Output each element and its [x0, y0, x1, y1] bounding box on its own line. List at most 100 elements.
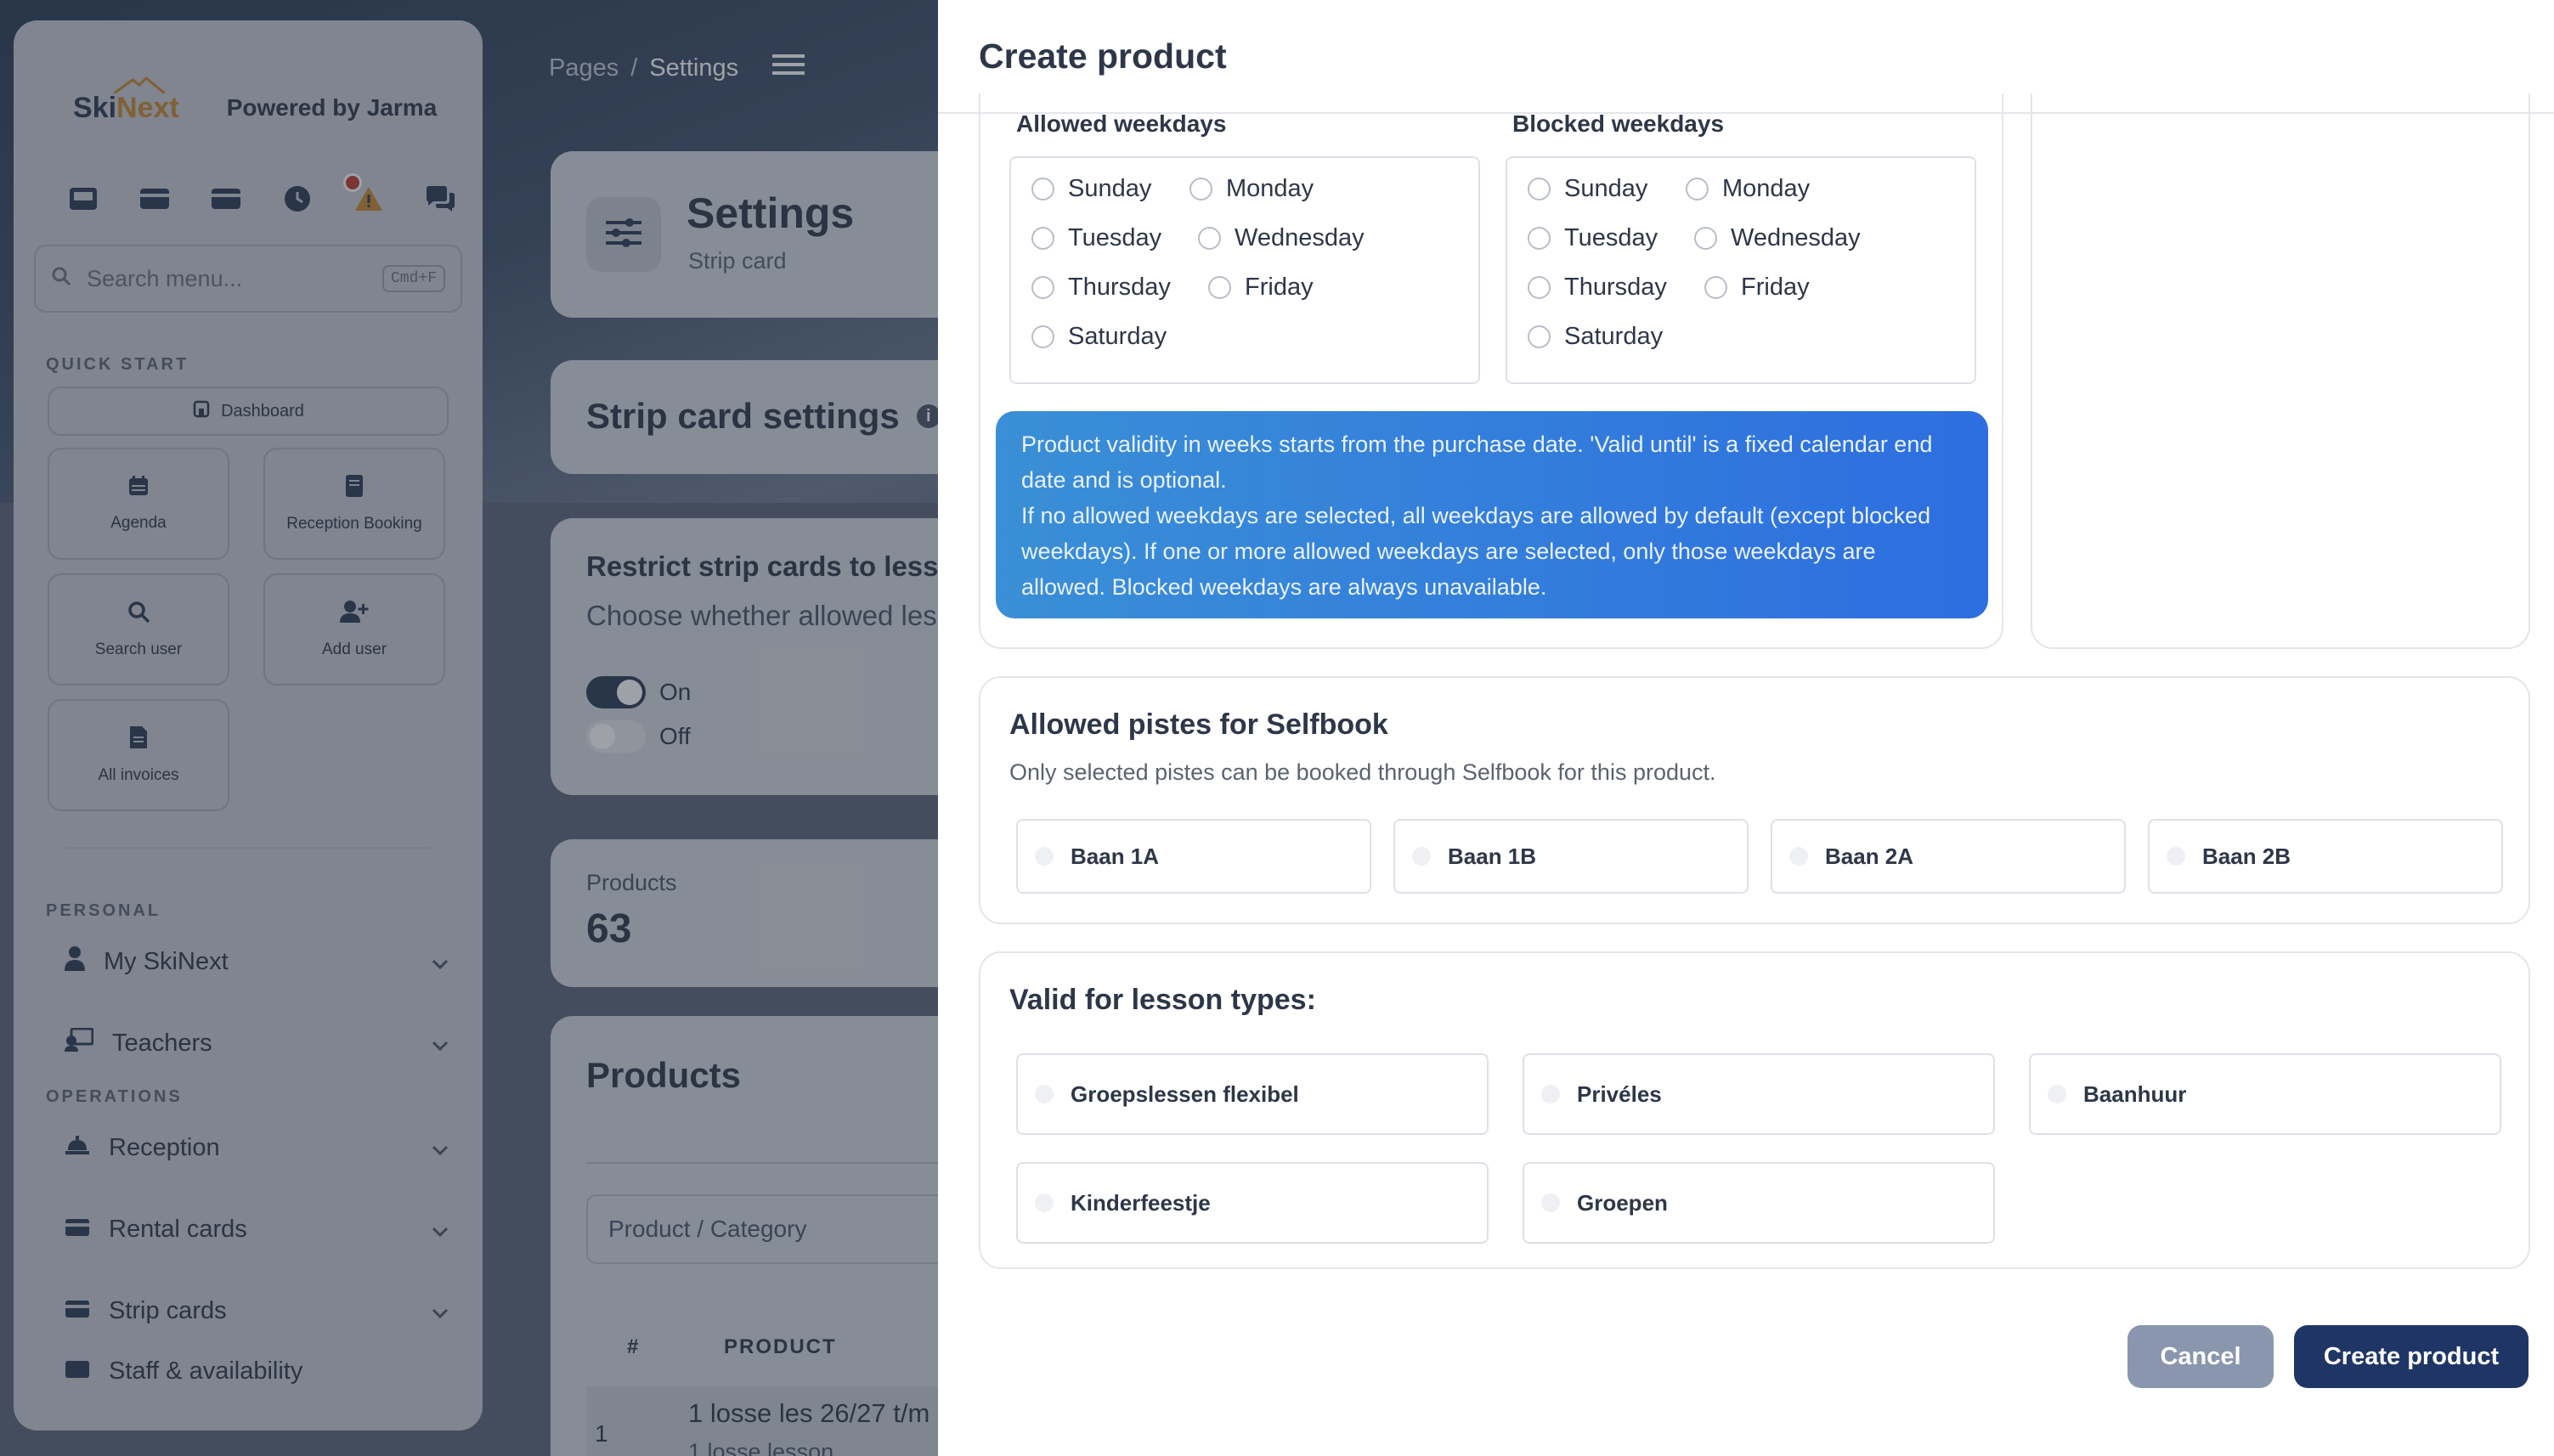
allowed-day-saturday[interactable]: Saturday	[1031, 323, 1167, 351]
day-label: Wednesday	[1235, 224, 1365, 251]
radio-button[interactable]	[1189, 178, 1212, 200]
allowed-day-thursday[interactable]: Thursday	[1031, 274, 1171, 302]
lesson-option-baanhuur[interactable]: Baanhuur	[2029, 1053, 2501, 1135]
toggle-off-switch[interactable]	[586, 720, 646, 753]
lesson-option-kinderfeestje[interactable]: Kinderfeestje	[1016, 1162, 1489, 1244]
add-user-icon	[340, 600, 369, 629]
radio-button[interactable]	[1528, 276, 1551, 299]
blocked-day-tuesday[interactable]: Tuesday	[1528, 224, 1658, 252]
radio-button[interactable]	[1198, 227, 1221, 250]
blocked-day-wednesday[interactable]: Wednesday	[1694, 224, 1861, 252]
nav-teachers[interactable]: Teachers	[14, 1002, 483, 1084]
radio-button[interactable]	[1031, 325, 1054, 348]
cancel-button[interactable]: Cancel	[2127, 1325, 2274, 1388]
allowed-day-tuesday[interactable]: Tuesday	[1031, 224, 1161, 252]
logo-row: SkiNext Powered by Jarma	[14, 20, 483, 148]
card-icon[interactable]	[134, 178, 175, 219]
warning-icon[interactable]	[343, 173, 389, 219]
tile-agenda[interactable]: Agenda	[48, 448, 229, 560]
checkbox[interactable]	[1035, 1194, 1054, 1212]
checkbox[interactable]	[1541, 1085, 1560, 1103]
nav-rental-cards[interactable]: Rental cards	[14, 1188, 483, 1270]
toggle-on-row[interactable]: On	[586, 676, 691, 708]
lesson-types-title: Valid for lesson types:	[1009, 984, 1316, 1016]
radio-button[interactable]	[1031, 227, 1054, 250]
piste-option-baan-2b[interactable]: Baan 2B	[2148, 819, 2503, 894]
toggle-off-row[interactable]: Off	[586, 720, 691, 753]
lesson-option-groepslessen-flexibel[interactable]: Groepslessen flexibel	[1016, 1053, 1489, 1135]
day-label: Sunday	[1564, 175, 1648, 202]
checkbox[interactable]	[2048, 1085, 2066, 1103]
settings-icon-box	[586, 197, 661, 272]
checkbox[interactable]	[2167, 847, 2185, 866]
pistes-card: Allowed pistes for Selfbook Only selecte…	[979, 676, 2530, 924]
tile-all-invoices[interactable]: All invoices	[48, 699, 229, 811]
blocked-day-monday[interactable]: Monday	[1686, 175, 1810, 203]
allowed-day-monday[interactable]: Monday	[1189, 175, 1314, 203]
blocked-day-thursday[interactable]: Thursday	[1528, 274, 1667, 302]
radio-button[interactable]	[1031, 276, 1054, 299]
radio-button[interactable]	[1694, 227, 1717, 250]
toggle-off-label: Off	[659, 723, 691, 749]
menu-icon[interactable]	[772, 53, 805, 83]
dashboard-button[interactable]: Dashboard	[48, 387, 449, 436]
checkbox[interactable]	[1789, 847, 1808, 866]
blocked-day-friday[interactable]: Friday	[1704, 274, 1810, 302]
clock-icon[interactable]	[277, 178, 318, 219]
day-label: Saturday	[1564, 323, 1664, 350]
allowed-day-sunday[interactable]: Sunday	[1031, 175, 1151, 203]
lesson-option-groepen[interactable]: Groepen	[1523, 1162, 1995, 1244]
piste-option-baan-2a[interactable]: Baan 2A	[1771, 819, 2126, 894]
checkbox[interactable]	[1541, 1194, 1560, 1212]
allowed-day-friday[interactable]: Friday	[1208, 274, 1314, 302]
create-product-button[interactable]: Create product	[2294, 1325, 2529, 1388]
info-icon[interactable]: i	[916, 404, 941, 428]
invoice-icon	[129, 725, 148, 754]
nav-reception[interactable]: Reception	[14, 1107, 483, 1188]
skinext-logo[interactable]: SkiNext	[73, 76, 179, 125]
radio-button[interactable]	[1528, 325, 1551, 348]
personal-label: PERSONAL	[46, 901, 161, 920]
checkbox[interactable]	[1412, 847, 1431, 866]
piste-option-baan-1b[interactable]: Baan 1B	[1393, 819, 1749, 894]
radio-button[interactable]	[1528, 227, 1551, 250]
radio-button[interactable]	[1031, 178, 1054, 200]
day-label: Saturday	[1068, 323, 1167, 350]
inbox-icon[interactable]	[63, 178, 104, 219]
radio-button[interactable]	[1208, 276, 1231, 299]
nav-my-skinext[interactable]: My SkiNext	[14, 921, 483, 1002]
blocked-weekdays-box: Sunday Monday Tuesday Wednesday Thursday…	[1506, 156, 1976, 384]
nav-staff-availability[interactable]: Staff & availability	[14, 1352, 483, 1385]
modal-title: Create product	[979, 36, 1227, 76]
search-input[interactable]: Search menu...	[87, 266, 242, 292]
radio-button[interactable]	[1704, 276, 1727, 299]
breadcrumb: Pages / Settings	[549, 53, 805, 83]
day-label: Friday	[1741, 274, 1810, 301]
toggle-on-switch[interactable]	[586, 676, 646, 708]
sliders-icon	[606, 217, 641, 252]
radio-button[interactable]	[1528, 178, 1551, 200]
allowed-day-wednesday[interactable]: Wednesday	[1198, 224, 1365, 252]
chat-icon[interactable]	[420, 178, 461, 219]
tile-reception-booking[interactable]: Reception Booking	[263, 448, 445, 560]
blocked-day-saturday[interactable]: Saturday	[1528, 323, 1663, 351]
tile-add-user[interactable]: Add user	[263, 573, 445, 686]
checkbox[interactable]	[1035, 847, 1054, 866]
quick-start-label: QUICK START	[46, 355, 189, 374]
breadcrumb-root[interactable]: Pages	[549, 54, 619, 82]
strip-card-icon[interactable]	[206, 178, 246, 219]
lesson-option-priveles[interactable]: Privéles	[1523, 1053, 1995, 1135]
piste-option-baan-1a[interactable]: Baan 1A	[1016, 819, 1371, 894]
toggle-on-label: On	[659, 679, 692, 705]
nav-strip-cards[interactable]: Strip cards	[14, 1270, 483, 1352]
blocked-day-sunday[interactable]: Sunday	[1528, 175, 1647, 203]
checkbox[interactable]	[1035, 1085, 1054, 1103]
nav-label: Teachers	[112, 1029, 212, 1057]
menu-search[interactable]: Search menu... Cmd+F	[34, 245, 462, 313]
tile-search-user[interactable]: Search user	[48, 573, 229, 686]
dashboard-label: Dashboard	[221, 401, 304, 420]
radio-button[interactable]	[1686, 178, 1709, 200]
operations-label: OPERATIONS	[46, 1087, 183, 1106]
nav-label: Reception	[109, 1133, 220, 1161]
tile-label: Add user	[321, 641, 387, 658]
